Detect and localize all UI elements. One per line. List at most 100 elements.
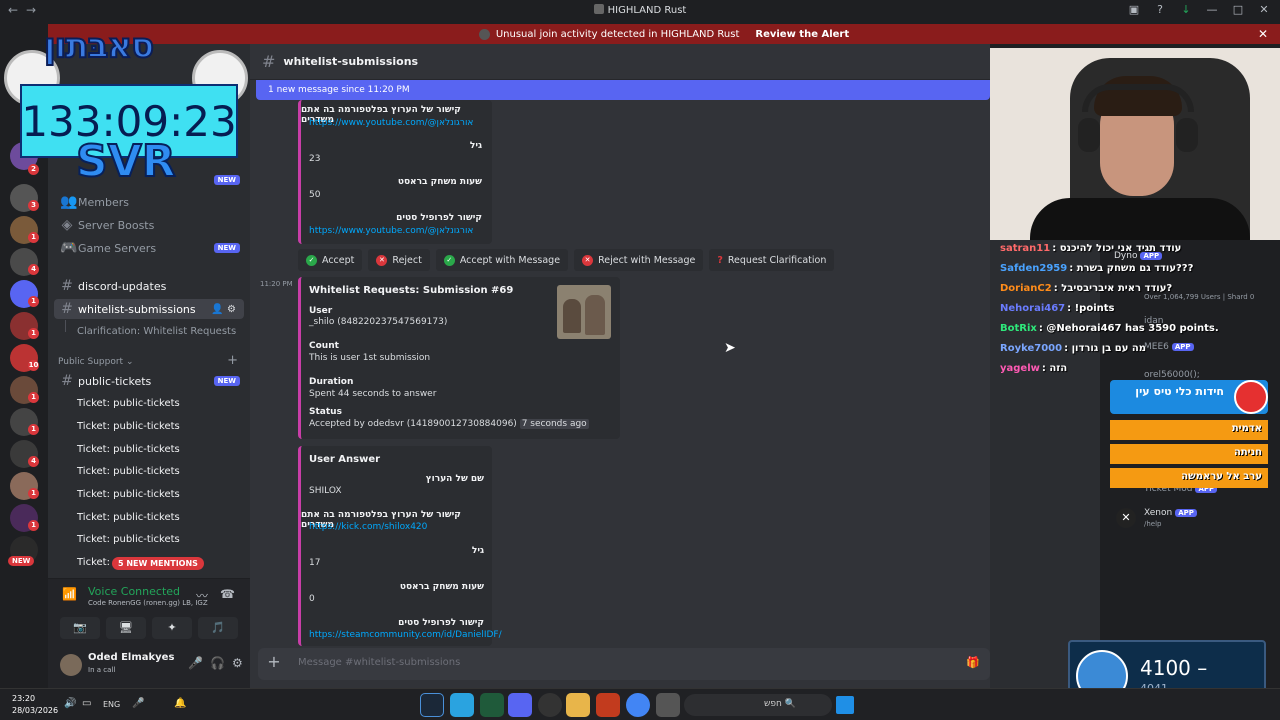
notification-icon[interactable]: 🔔	[174, 698, 186, 709]
new-messages-bar[interactable]: 1 new message since 11:20 PM	[256, 80, 990, 100]
new-badge: NEW	[213, 243, 240, 253]
help-icon[interactable]: ?	[1154, 3, 1166, 16]
title-bar: ←→ HIGHLAND Rust ▣ ? ↓ — □ ✕	[0, 0, 1280, 22]
mention-badge: 1	[28, 520, 39, 531]
volume-icon[interactable]: 🔊	[64, 698, 76, 709]
hash-icon: #	[262, 52, 276, 71]
ticket-thread[interactable]: Ticket: public-tickets	[77, 398, 180, 409]
field-value: Accepted by odedsvr (1418900127308840​96…	[309, 419, 589, 429]
field-label: שם של הערוץ	[425, 474, 484, 484]
field-value: Spent 44 seconds to answer	[309, 389, 437, 399]
reject-with-message-button[interactable]: ✕ Reject with Message	[574, 249, 704, 271]
ticket-thread[interactable]: Ticket: public-tickets	[77, 444, 180, 455]
accept-with-message-button[interactable]: ✓ Accept with Message	[435, 249, 569, 271]
taskbar-search[interactable]: חפש 🔍	[684, 694, 832, 716]
ticket-thread[interactable]: Ticket: public-tickets	[77, 466, 180, 477]
attach-icon[interactable]: +	[266, 654, 282, 670]
steam-app-icon[interactable]	[420, 693, 444, 717]
headphones-icon[interactable]: 🎧	[210, 656, 225, 670]
twitch-chat-line: Safden2959: עודד גם משחק בשרת???	[1000, 263, 1193, 274]
mention-badge: 4	[28, 456, 39, 467]
gift-icon[interactable]: 🎁	[966, 656, 980, 669]
submission-embed: Whitelist Requests: Submission #69 User …	[298, 277, 620, 439]
channel-name: whitelist-submissions	[283, 55, 419, 68]
channel-settings-icon[interactable]: 👤 ⚙	[211, 304, 236, 315]
member-item[interactable]: MEE6 APP	[1144, 342, 1194, 352]
member-item[interactable]: orel56000();	[1144, 370, 1200, 380]
category-public-support[interactable]: Public Support ⌄	[58, 357, 133, 367]
channel-whitelist-submissions[interactable]: # whitelist-submissions 👤 ⚙	[54, 299, 244, 319]
settings-icon[interactable]: ⚙	[232, 656, 243, 670]
noise-suppression-icon[interactable]: 〰	[196, 587, 208, 604]
twitch-chat-line: BotRix: @Nehorai467 has 3590 points.	[1000, 323, 1219, 334]
download-icon[interactable]: ↓	[1180, 3, 1192, 16]
mention-badge: 10	[28, 360, 39, 371]
close-icon[interactable]: ✕	[1258, 27, 1268, 41]
ticket-thread[interactable]: Ticket: public-tickets	[77, 512, 180, 523]
discord-app-icon[interactable]	[508, 693, 532, 717]
ticket-thread[interactable]: Ticket: public-tickets	[77, 421, 180, 432]
embed-thumbnail[interactable]	[557, 285, 611, 339]
minimize-button[interactable]: —	[1206, 3, 1218, 16]
window-app-icon[interactable]	[656, 693, 680, 717]
field-label: Status	[309, 407, 342, 417]
mention-badge: 1	[28, 232, 39, 243]
check-icon: ✓	[306, 254, 317, 266]
add-channel-icon[interactable]: +	[227, 353, 238, 368]
field-link[interactable]: https://www.youtube.com/@אורגונלאן	[309, 118, 473, 128]
review-alert-button[interactable]: Review the Alert	[755, 29, 849, 40]
message-composer[interactable]: + Message #whitelist-submissions 🎁	[258, 648, 990, 680]
chat-user: satran11	[1000, 243, 1051, 254]
chrome-app-icon[interactable]	[626, 693, 650, 717]
chat-user: Nehorai467	[1000, 303, 1066, 314]
field-link[interactable]: https://kick.com/shilox420	[309, 522, 427, 532]
media-app-icon[interactable]	[538, 693, 562, 717]
soundboard-button[interactable]: 🎵	[198, 617, 238, 639]
telegram-app-icon[interactable]	[450, 693, 474, 717]
mouse-cursor: ➤	[724, 340, 736, 356]
request-clarification-button[interactable]: ? Request Clarification	[709, 249, 835, 271]
channel-discord-updates[interactable]: # discord-updates	[48, 276, 250, 296]
field-link[interactable]: https://steamcommunity.com/id/DanielIDF/	[309, 630, 502, 640]
disconnect-icon[interactable]: ☎	[220, 587, 235, 601]
channel-public-tickets[interactable]: # public-tickets NEW	[48, 371, 250, 391]
network-icon[interactable]: ▭	[82, 698, 91, 709]
windows-start-icon[interactable]	[836, 696, 854, 714]
sidebar-item-server-boosts[interactable]: ◈ Server Boosts	[48, 215, 250, 235]
accept-button[interactable]: ✓ Accept	[298, 249, 363, 271]
field-value: 50	[309, 190, 321, 200]
mic-icon[interactable]: 🎤	[188, 656, 203, 670]
field-link[interactable]: https://www.youtube.com/@אורגונלאן	[309, 226, 473, 236]
avatar[interactable]	[60, 654, 82, 676]
chat-message: : עודד תגיד אני יכול להיכנס	[1052, 243, 1182, 254]
mention-badge: 1	[28, 328, 39, 339]
gamepad-icon: 🎮	[60, 240, 78, 256]
new-mentions-pill[interactable]: 5 NEW MENTIONS	[112, 557, 204, 570]
game-app-icon[interactable]	[596, 693, 620, 717]
mention-badge: 1	[28, 488, 39, 499]
close-button[interactable]: ✕	[1258, 3, 1270, 16]
mic-icon[interactable]: 🎤	[132, 698, 144, 709]
reject-button[interactable]: ✕ Reject	[368, 249, 430, 271]
camera-button[interactable]: 📷	[60, 617, 100, 639]
terminal-app-icon[interactable]	[480, 693, 504, 717]
folder-app-icon[interactable]	[566, 693, 590, 717]
field-value: _shilo (848220237547569173)	[309, 317, 448, 327]
message-input[interactable]: Message #whitelist-submissions	[298, 657, 460, 668]
taskbar: 23:20 28/03/2026 🔊 ▭ ENG 🎤 🔔 חפש 🔍	[0, 688, 1280, 720]
member-item[interactable]: Xenon APP	[1144, 508, 1197, 518]
window-controls: ▣ ? ↓ — □ ✕	[1128, 3, 1270, 16]
embed-title: Whitelist Requests: Submission #69	[309, 285, 514, 296]
sidebar-item-members[interactable]: 👥 Members	[48, 192, 250, 212]
mention-badge: 1	[28, 424, 39, 435]
ticket-thread[interactable]: Ticket: public-tickets	[77, 489, 180, 500]
inbox-icon[interactable]: ▣	[1128, 3, 1140, 16]
maximize-button[interactable]: □	[1232, 3, 1244, 16]
screen-share-button[interactable]: 🖥	[106, 617, 146, 639]
sidebar-item-game-servers[interactable]: 🎮 Game Servers NEW	[48, 238, 250, 258]
twitch-chat-line: satran11: עודד תגיד אני יכול להיכנס	[1000, 243, 1181, 254]
ticket-thread[interactable]: Ticket: public-tickets	[77, 534, 180, 545]
language-indicator[interactable]: ENG	[103, 700, 120, 709]
thread-clarification[interactable]: Clarification: Whitelist Requests	[77, 326, 236, 337]
activities-button[interactable]: ✦	[152, 617, 192, 639]
